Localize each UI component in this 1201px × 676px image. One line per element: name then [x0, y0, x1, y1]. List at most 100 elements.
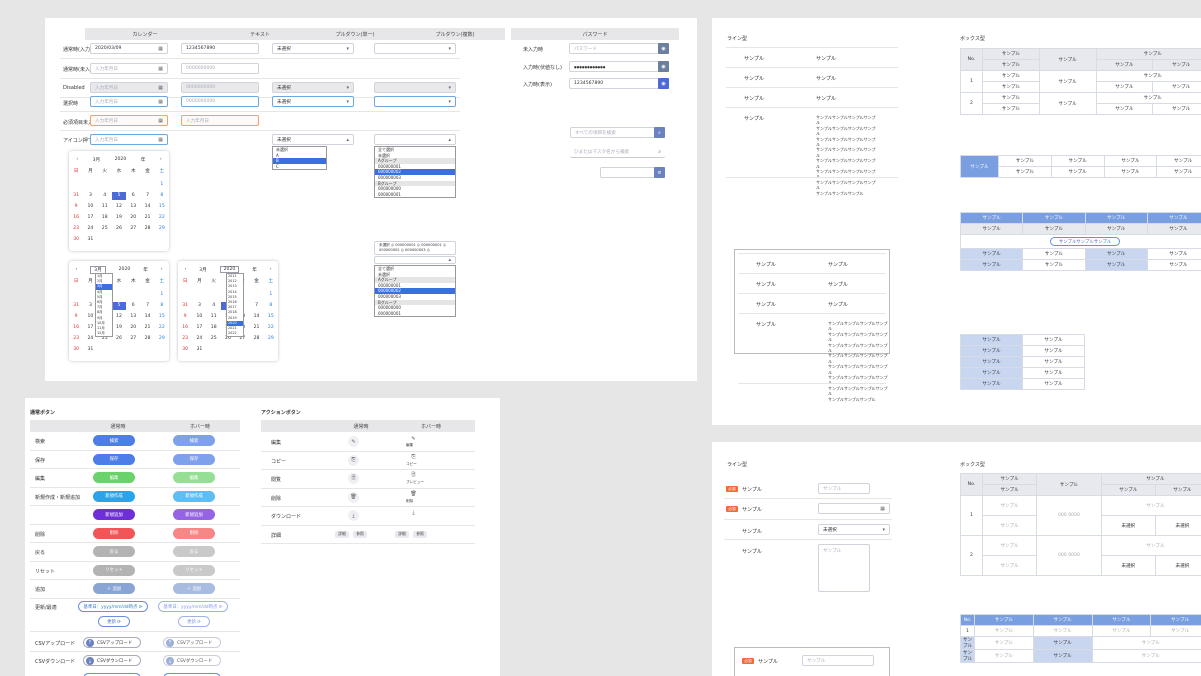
day-cell[interactable]: 8 — [155, 302, 169, 310]
button-normal[interactable]: 検索 — [93, 435, 135, 446]
day-cell[interactable]: 26 — [112, 335, 126, 343]
password-input[interactable]: 1234567890 — [569, 78, 669, 89]
day-cell[interactable]: 31 — [69, 192, 83, 200]
month-select[interactable]: 3月 — [199, 267, 207, 273]
day-cell[interactable]: 7 — [140, 192, 154, 200]
text-cell[interactable]: サンプル — [1091, 625, 1152, 637]
day-cell[interactable]: 17 — [83, 214, 97, 222]
day-cell[interactable]: 28 — [140, 335, 154, 343]
button-hover[interactable]: 検索 — [173, 435, 215, 446]
day-cell[interactable]: 16 — [178, 324, 192, 332]
day-cell[interactable]: 21 — [140, 214, 154, 222]
csv-download-button-hover[interactable]: ⤓ CSVダウンロード — [163, 655, 221, 666]
day-cell[interactable]: 28 — [249, 335, 263, 343]
day-cell[interactable]: 30 — [178, 346, 192, 354]
chevron-right-icon[interactable]: › — [160, 157, 162, 162]
year-select[interactable]: 2020 — [219, 266, 240, 273]
eye-icon[interactable]: ◉ — [658, 78, 669, 89]
text-field[interactable]: サンプル — [802, 655, 874, 666]
button-normal[interactable]: 戻る — [93, 546, 135, 557]
search-icon[interactable]: ⌕ — [654, 127, 665, 138]
day-cell[interactable]: 29 — [155, 225, 169, 233]
date-input[interactable]: 入力年月日 ▦ — [90, 63, 168, 74]
day-cell[interactable]: 3 — [192, 302, 206, 310]
reference-chip-hover[interactable]: 参照 — [413, 530, 427, 538]
text-cell[interactable]: サンプル — [1150, 625, 1201, 637]
single-select-focused[interactable]: 未選択 ▾ — [272, 96, 354, 107]
day-cell[interactable]: 3 — [83, 192, 97, 200]
button-normal[interactable]: 削除 — [93, 527, 135, 539]
text-field[interactable]: サンプル — [818, 483, 870, 494]
password-input[interactable]: パスワード — [569, 43, 669, 54]
day-cell[interactable]: 25 — [207, 335, 221, 343]
filter-input[interactable] — [600, 167, 658, 178]
button-normal[interactable]: 新規追加 — [93, 509, 135, 520]
day-cell[interactable]: 20 — [126, 214, 140, 222]
day-cell[interactable]: 27 — [126, 335, 140, 343]
refresh-date-button-hover[interactable]: 基準日：yyyy/mm/dd時点 ⟳ — [158, 601, 228, 612]
day-cell[interactable]: 7 — [249, 302, 263, 310]
text-cell[interactable]: サンプル — [1032, 625, 1093, 637]
day-cell[interactable]: 1 — [155, 181, 169, 189]
year-option[interactable]: 2022 — [227, 331, 243, 336]
csv-upload-button-hover[interactable]: ⤒ CSVアップロード — [163, 637, 221, 648]
select-field[interactable]: 未選択 ▾ — [818, 524, 890, 535]
button-normal[interactable]: ＋ 追加 — [93, 583, 135, 594]
day-cell[interactable]: 31 — [192, 346, 206, 354]
date-cell[interactable]: サンプル — [981, 495, 1038, 516]
day-cell[interactable]: 24 — [192, 335, 206, 343]
day-cell[interactable]: 22 — [264, 324, 278, 332]
day-cell[interactable]: 23 — [69, 225, 83, 233]
day-cell[interactable]: 12 — [112, 313, 126, 321]
text-cell[interactable]: サンプル — [974, 649, 1034, 663]
day-cell[interactable]: 25 — [98, 225, 112, 233]
day-cell[interactable]: 12 — [112, 203, 126, 211]
password-input[interactable]: ●●●●●●●●●●●● — [569, 61, 669, 72]
day-cell[interactable]: 21 — [249, 324, 263, 332]
date-input-error[interactable]: 入力年月日 ▦ — [90, 115, 168, 126]
text-input-focused[interactable]: 0000000000 — [181, 96, 259, 107]
text-cell[interactable]: サンプル — [974, 625, 1034, 637]
day-cell[interactable]: 16 — [69, 324, 83, 332]
day-cell[interactable]: 6 — [126, 192, 140, 200]
button-normal[interactable]: 保存 — [93, 453, 135, 465]
day-cell[interactable]: 13 — [126, 203, 140, 211]
day-cell[interactable]: 15 — [155, 313, 169, 321]
day-cell[interactable]: 29 — [264, 335, 278, 343]
day-cell[interactable]: 21 — [140, 324, 154, 332]
action-icon-hover[interactable]: ⤓ — [408, 507, 419, 518]
refresh-button[interactable]: 更新 ⟳ — [98, 616, 130, 627]
day-cell[interactable]: 9 — [69, 203, 83, 211]
pill-button[interactable]: サンプルサンプルサンプル — [1050, 237, 1120, 246]
refresh-date-button[interactable]: 基準日：yyyy/mm/dd時点 ⟳ — [78, 601, 148, 612]
option[interactable]: 000000001 — [375, 192, 455, 198]
day-cell[interactable]: 18 — [98, 214, 112, 222]
chevron-right-icon[interactable]: › — [161, 267, 163, 272]
multi-select[interactable]: ▾ — [374, 43, 456, 54]
single-select[interactable]: 未選択 ▾ — [272, 43, 354, 54]
action-icon[interactable]: ⤓ — [348, 510, 359, 521]
button-hover[interactable]: リセット — [173, 564, 215, 576]
button-hover[interactable]: 削除 — [173, 527, 215, 539]
csv-upload-button[interactable]: ⤒ CSVアップロード — [83, 637, 141, 648]
day-cell[interactable]: 4 — [207, 302, 221, 310]
day-cell[interactable]: 31 — [178, 302, 192, 310]
date-cell[interactable]: サンプル — [981, 535, 1038, 556]
option[interactable]: C — [273, 164, 326, 170]
day-cell[interactable]: 11 — [98, 203, 112, 211]
day-cell[interactable]: 27 — [126, 225, 140, 233]
day-cell[interactable]: 19 — [112, 324, 126, 332]
day-cell[interactable]: 28 — [140, 225, 154, 233]
eye-off-icon[interactable]: ◉ — [658, 43, 669, 54]
date-cell[interactable]: サンプル — [981, 555, 1038, 576]
day-cell[interactable]: 22 — [155, 324, 169, 332]
select-cell[interactable]: 未選択 — [1154, 515, 1201, 536]
day-cell[interactable]: 11 — [207, 313, 221, 321]
day-cell[interactable]: 5 — [111, 302, 127, 310]
detail-chip-hover[interactable]: 詳細 — [395, 530, 409, 538]
multi-select-open-2[interactable]: ▴ — [374, 256, 456, 264]
day-cell[interactable]: 1 — [155, 291, 169, 299]
day-cell[interactable]: 23 — [69, 335, 83, 343]
text-input-error[interactable]: 入力年月日 — [181, 115, 259, 126]
eye-off-icon[interactable]: ◉ — [658, 61, 669, 72]
